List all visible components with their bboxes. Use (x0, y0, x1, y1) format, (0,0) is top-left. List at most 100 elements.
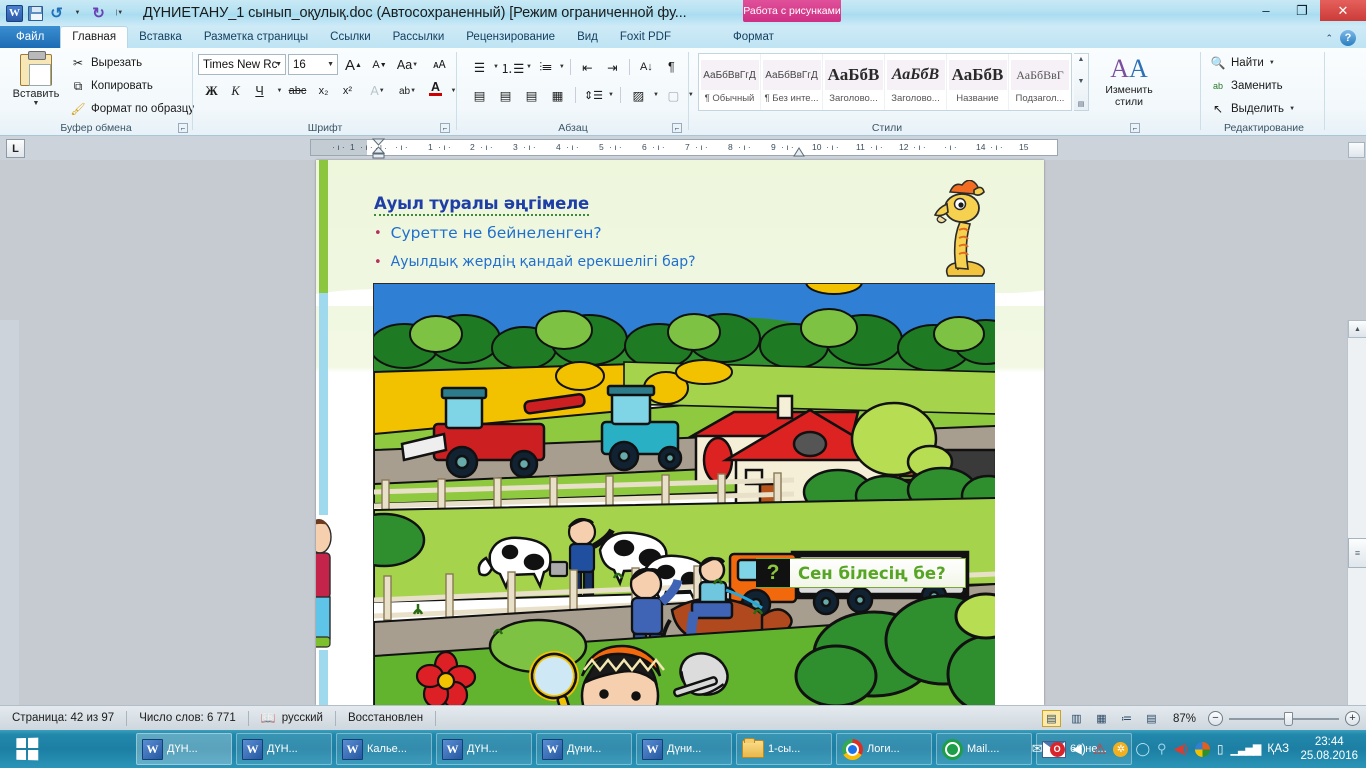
close-button[interactable]: ✕ (1320, 0, 1366, 21)
network-pin-icon[interactable]: ⚲ (1157, 741, 1167, 757)
line-spacing-button[interactable]: ⇕☰ (582, 84, 605, 106)
tab-stop-selector[interactable]: L (6, 139, 25, 158)
opera-icon[interactable]: O (1049, 741, 1065, 757)
taskbar-item-word-1[interactable]: W ДҮН... (136, 733, 232, 765)
italic-button[interactable]: К (224, 80, 247, 102)
word-app-icon[interactable]: W (5, 4, 24, 23)
justify-button[interactable]: ▦ (546, 84, 569, 106)
font-dialog-launcher[interactable]: ⌐ (440, 123, 450, 133)
help-icon[interactable]: ? (1340, 30, 1356, 46)
taskbar-item-mail-agent[interactable]: Mail.... (936, 733, 1032, 765)
word-count-indicator[interactable]: Число слов: 6 771 (127, 709, 248, 728)
save-state-indicator[interactable]: Восстановлен (336, 709, 435, 728)
scroll-up-button[interactable]: ▲ (1348, 320, 1366, 338)
increase-indent-button[interactable]: ⇥ (601, 56, 624, 78)
shading-dropdown-icon[interactable]: ▼ (653, 92, 659, 98)
styles-dialog-launcher[interactable]: ⌐ (1130, 123, 1140, 133)
show-formatting-marks-button[interactable]: ¶ (660, 56, 683, 78)
scroll-up-icon[interactable]: ▲ (1078, 56, 1085, 63)
document-page[interactable]: Ауыл туралы әңгімеле • Суретте не бейнел… (316, 160, 1044, 705)
taskbar-item-word-3[interactable]: W Калье... (336, 733, 432, 765)
align-right-button[interactable]: ▤ (520, 84, 543, 106)
decrease-indent-button[interactable]: ⇤ (576, 56, 599, 78)
customize-qat-icon[interactable]: |▼ (110, 4, 129, 23)
split-window-handle[interactable] (1348, 142, 1365, 158)
battery-icon[interactable]: ▯ (1217, 742, 1224, 756)
clear-formatting-button[interactable]: 🗚 (428, 54, 451, 76)
volume-icon[interactable]: ◀) (1072, 741, 1086, 757)
warning-icon[interactable]: ⚠ (1093, 740, 1106, 758)
zoom-slider-handle[interactable] (1284, 711, 1293, 726)
restore-button[interactable]: ❐ (1284, 0, 1320, 21)
zoom-level-label[interactable]: 87% (1167, 713, 1202, 725)
web-layout-view-button[interactable]: ▦ (1092, 710, 1111, 727)
full-screen-reading-view-button[interactable]: ▥ (1067, 710, 1086, 727)
save-icon[interactable] (26, 4, 45, 23)
tab-view[interactable]: Вид (566, 26, 609, 48)
numbering-button[interactable]: ⒈☰ (501, 56, 525, 78)
tab-format[interactable]: Формат (722, 26, 785, 48)
taskbar-item-word-5[interactable]: W Дүни... (536, 733, 632, 765)
bold-button[interactable]: Ж (200, 80, 223, 102)
bullets-button[interactable]: ☰ (468, 56, 491, 78)
antivirus-icon[interactable]: ✲ (1113, 741, 1129, 757)
select-button[interactable]: ↖ Выделить ▼ (1210, 101, 1295, 117)
text-effects-button[interactable]: A ▼ (366, 80, 389, 102)
taskbar-item-chrome[interactable]: Логи... (836, 733, 932, 765)
replace-button[interactable]: ab Заменить (1210, 78, 1295, 94)
clock[interactable]: 23:44 25.08.2016 (1296, 735, 1358, 763)
cut-button[interactable]: ✂ Вырезать (70, 55, 194, 71)
tab-page-layout[interactable]: Разметка страницы (193, 26, 319, 48)
sort-button[interactable]: A↓ (635, 56, 658, 78)
find-button[interactable]: 🔍 Найти ▼ (1210, 55, 1295, 71)
change-styles-button[interactable]: AA Изменить стили (1098, 54, 1160, 108)
document-canvas[interactable]: Ауыл туралы әңгімеле • Суретте не бейнел… (0, 142, 1366, 768)
saturn-icon[interactable]: ◯ (1135, 741, 1150, 757)
strikethrough-button[interactable]: abc (286, 80, 309, 102)
subscript-button[interactable]: x₂ (312, 80, 335, 102)
paste-button[interactable]: Вставить ▼ (8, 51, 64, 107)
draft-view-button[interactable]: ▤ (1142, 710, 1161, 727)
tab-mailings[interactable]: Рассылки (382, 26, 456, 48)
language-bar[interactable]: ҚАЗ (1267, 743, 1289, 755)
highlight-button[interactable]: ab ▼ (396, 80, 419, 102)
collapse-ribbon-icon[interactable]: ⌃ (1325, 33, 1333, 44)
undo-dropdown-icon[interactable]: ▼ (68, 4, 87, 23)
page-indicator[interactable]: Страница: 42 из 97 (0, 709, 126, 728)
taskbar-item-folder[interactable]: 1-сы... (736, 733, 832, 765)
style-item[interactable]: АаБбВ Название (947, 54, 1009, 110)
shrink-font-button[interactable]: A ▼ (368, 54, 391, 76)
taskbar-item-word-4[interactable]: W ДҮН... (436, 733, 532, 765)
tab-insert[interactable]: Вставка (128, 26, 193, 48)
taskbar-item-word-6[interactable]: W Дүни... (636, 733, 732, 765)
speaker-icon[interactable]: ◀) (1174, 741, 1188, 757)
style-item[interactable]: АаБбВ Заголово... (885, 54, 947, 110)
tab-home[interactable]: Главная (60, 26, 129, 48)
envelope-tray-icon[interactable]: ✉ (1032, 741, 1043, 757)
start-button[interactable] (0, 730, 54, 768)
zoom-out-button[interactable]: − (1208, 711, 1223, 726)
zoom-in-button[interactable]: + (1345, 711, 1360, 726)
line-spacing-dropdown-icon[interactable]: ▼ (608, 92, 614, 98)
zoom-slider[interactable] (1229, 710, 1339, 727)
outline-view-button[interactable]: ≔ (1117, 710, 1136, 727)
clipboard-dialog-launcher[interactable]: ⌐ (178, 123, 188, 133)
grow-font-button[interactable]: A ▲ (342, 54, 365, 76)
styles-gallery-scroll[interactable]: ▲ ▼ ▤ (1074, 53, 1089, 111)
style-item[interactable]: АаБбВвГгД ¶ Без инте... (761, 54, 823, 110)
font-name-combo[interactable]: Times New Rc ▼ (198, 54, 286, 75)
scrollbar-thumb[interactable]: ≡ (1348, 538, 1366, 568)
minimize-button[interactable]: – (1248, 0, 1284, 21)
copy-button[interactable]: ⧉ Копировать (70, 78, 194, 94)
tab-references[interactable]: Ссылки (319, 26, 382, 48)
language-indicator[interactable]: 📖 русский (249, 709, 335, 728)
borders-button[interactable]: ▢ (662, 84, 685, 106)
redo-icon[interactable]: ↻ (89, 4, 108, 23)
shading-button[interactable]: ▨ (627, 84, 650, 106)
superscript-button[interactable]: x² (336, 80, 359, 102)
print-layout-view-button[interactable]: ▤ (1041, 710, 1061, 727)
numbering-dropdown-icon[interactable]: ▼ (526, 64, 532, 70)
font-size-combo[interactable]: 16 ▼ (288, 54, 338, 75)
bullets-dropdown-icon[interactable]: ▼ (493, 64, 499, 70)
format-painter-button[interactable]: 🖌 Формат по образцу (70, 101, 194, 117)
